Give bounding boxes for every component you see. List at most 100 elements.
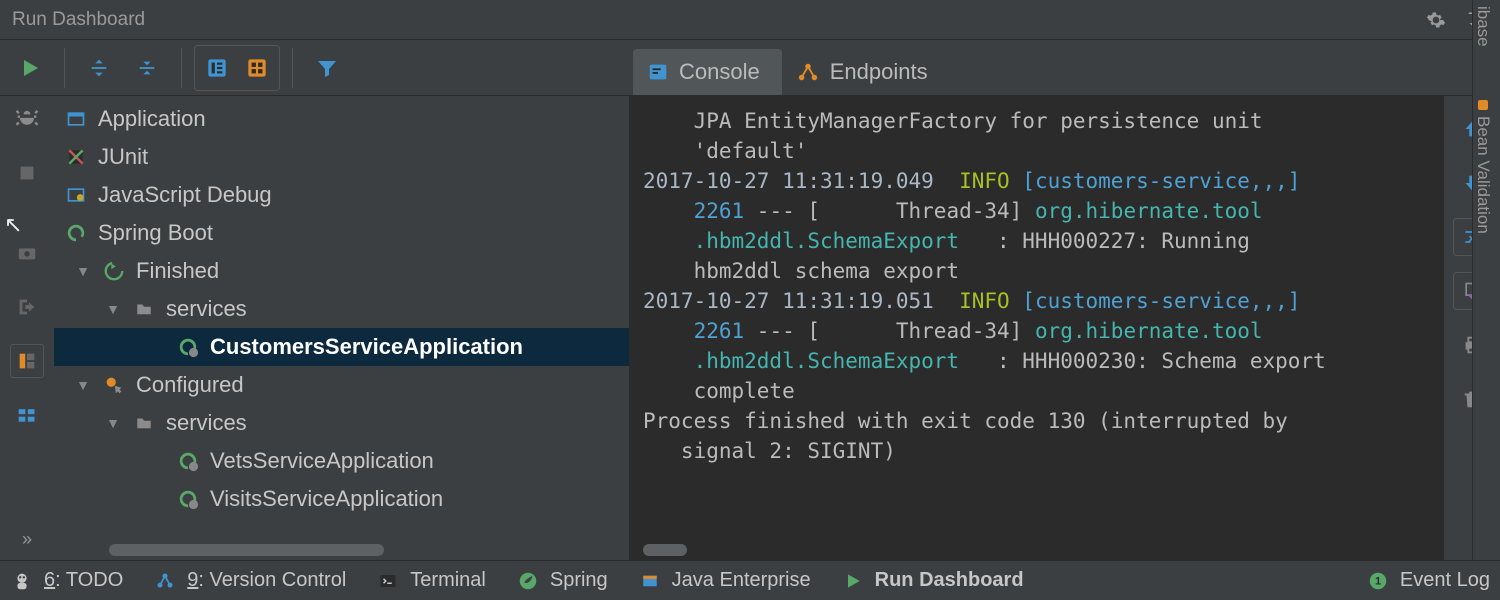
exit-icon[interactable]: [10, 290, 44, 324]
more-chevron[interactable]: »: [22, 529, 32, 550]
spring-run-icon: [174, 335, 202, 359]
console-output: JPA EntityManagerFactory for persistence…: [629, 96, 1444, 560]
status-vcs-key: 9: [187, 569, 198, 591]
console-msg: complete: [643, 379, 795, 403]
tree-jsdebug[interactable]: JavaScript Debug: [54, 176, 629, 214]
tree-services-1[interactable]: ▼ services: [54, 290, 629, 328]
tree-junit[interactable]: JUnit: [54, 138, 629, 176]
console-line: 'default': [643, 139, 807, 163]
console-ctx: [customers-service,,,]: [1022, 289, 1300, 313]
tree-services1-label: services: [166, 296, 247, 322]
status-vcs-label: : Version Control: [198, 569, 346, 591]
finished-icon: [100, 259, 128, 283]
chevron-down-icon: ▼: [104, 415, 122, 431]
gear-icon[interactable]: [1422, 6, 1450, 34]
svg-text:1: 1: [1375, 575, 1381, 587]
tree-services-2[interactable]: ▼ services: [54, 404, 629, 442]
status-todo-label: : TODO: [55, 569, 123, 591]
eventlog-icon: 1: [1366, 570, 1390, 592]
tree-springboot[interactable]: Spring Boot: [54, 214, 629, 252]
application-icon: [62, 107, 90, 131]
status-spring-label: Spring: [550, 569, 608, 592]
status-javaee[interactable]: Java Enterprise: [638, 569, 811, 592]
thumbnails-icon[interactable]: [10, 398, 44, 432]
tree-vets-app[interactable]: VetsServiceApplication: [54, 442, 629, 480]
endpoints-icon: [796, 61, 820, 83]
expand-all-button[interactable]: [77, 46, 121, 90]
tree-visits-app[interactable]: VisitsServiceApplication: [54, 480, 629, 518]
status-terminal[interactable]: Terminal: [376, 569, 486, 592]
chevron-down-icon: ▼: [104, 301, 122, 317]
vcs-icon: [153, 570, 177, 592]
tree-customers-label: CustomersServiceApplication: [210, 334, 523, 360]
tree-customers-app[interactable]: CustomersServiceApplication: [54, 328, 629, 366]
status-eventlog[interactable]: 1 Event Log: [1366, 569, 1490, 592]
console-ts: 2017-10-27 11:31:19.049: [643, 169, 959, 193]
tab-console-label: Console: [679, 59, 760, 85]
tree-configured[interactable]: ▼ Configured: [54, 366, 629, 404]
group-by-status-button[interactable]: [237, 48, 277, 88]
status-todo-key: 6: [44, 569, 55, 591]
spring-run-icon: [174, 449, 202, 473]
status-vcs[interactable]: 9: Version Control: [153, 569, 346, 592]
status-rundash-label: Run Dashboard: [875, 569, 1024, 592]
tree-visits-label: VisitsServiceApplication: [210, 486, 443, 512]
tree-configured-label: Configured: [136, 372, 244, 398]
panel-title: Run Dashboard: [12, 9, 145, 31]
tree-services2-label: services: [166, 410, 247, 436]
jsdebug-icon: [62, 183, 90, 207]
status-terminal-label: Terminal: [410, 569, 486, 592]
console-scrollbar[interactable]: [643, 544, 1374, 556]
tree-application-label: Application: [98, 106, 206, 132]
tab-console[interactable]: Console: [633, 49, 782, 95]
configured-icon: [100, 373, 128, 397]
tree-scrollbar[interactable]: [109, 544, 609, 556]
chevron-down-icon: ▼: [74, 377, 92, 393]
console-icon: [647, 61, 669, 83]
console-line: JPA EntityManagerFactory for persistence…: [643, 109, 1263, 133]
tree-application[interactable]: Application: [54, 100, 629, 138]
console-thread: --- [ Thread-34]: [744, 199, 1035, 223]
console-msg: : HHH000227: Running: [959, 229, 1250, 253]
debug-bug-icon[interactable]: [10, 102, 44, 136]
camera-icon[interactable]: [10, 236, 44, 270]
run-button[interactable]: [8, 46, 52, 90]
terminal-icon: [376, 570, 400, 592]
group-by-type-button[interactable]: [197, 48, 237, 88]
tab-endpoints-label: Endpoints: [830, 59, 928, 85]
status-javaee-label: Java Enterprise: [672, 569, 811, 592]
todo-icon: [10, 570, 34, 592]
junit-icon: [62, 145, 90, 169]
filter-button[interactable]: [305, 46, 349, 90]
console-exit: signal 2: SIGINT): [643, 439, 896, 463]
console-level: INFO: [959, 169, 1022, 193]
console-class: .hbm2ddl.SchemaExport: [643, 349, 959, 373]
console-class: org.hibernate.tool: [1035, 199, 1263, 223]
status-todo[interactable]: 6: TODO: [10, 569, 123, 592]
layout-icon[interactable]: [10, 344, 44, 378]
console-ctx: [customers-service,,,]: [1022, 169, 1300, 193]
console-class: org.hibernate.tool: [1035, 319, 1263, 343]
collapse-all-button[interactable]: [125, 46, 169, 90]
vertical-tab-ibase[interactable]: ibase: [1473, 6, 1493, 47]
tree-finished[interactable]: ▼ Finished: [54, 252, 629, 290]
status-spring[interactable]: Spring: [516, 569, 608, 592]
javaee-icon: [638, 570, 662, 592]
tree-junit-label: JUnit: [98, 144, 148, 170]
folder-icon: [130, 411, 158, 435]
chevron-down-icon: ▼: [74, 263, 92, 279]
console-ts: 2017-10-27 11:31:19.051: [643, 289, 959, 313]
status-rundashboard[interactable]: Run Dashboard: [841, 569, 1024, 592]
stop-button[interactable]: [10, 156, 44, 190]
tab-endpoints[interactable]: Endpoints: [782, 49, 950, 95]
tree-jsdebug-label: JavaScript Debug: [98, 182, 272, 208]
status-eventlog-label: Event Log: [1400, 569, 1490, 592]
tree-springboot-label: Spring Boot: [98, 220, 213, 246]
console-level: INFO: [959, 289, 1022, 313]
folder-icon: [130, 297, 158, 321]
springboot-icon: [62, 221, 90, 245]
run-icon: [841, 570, 865, 592]
vertical-tab-bean-label: Bean Validation: [1474, 116, 1493, 234]
vertical-tab-bean-validation[interactable]: Bean Validation: [1473, 100, 1493, 234]
console-pid: 2261: [643, 319, 744, 343]
